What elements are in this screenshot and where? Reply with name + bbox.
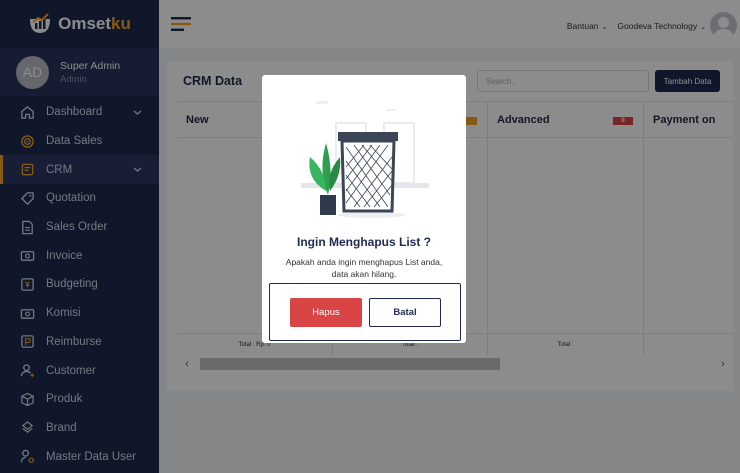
delete-button[interactable]: Hapus	[290, 298, 362, 327]
trash-bin-illustration	[301, 101, 429, 218]
delete-confirm-modal: Ingin Menghapus List ? Apakah anda ingin…	[262, 75, 466, 343]
modal-message: Apakah anda ingin menghapus List anda, d…	[285, 257, 443, 279]
modal-title: Ingin Menghapus List ?	[297, 235, 431, 249]
cancel-button[interactable]: Batal	[369, 298, 441, 327]
modal-actions: Hapus Batal	[269, 283, 461, 341]
